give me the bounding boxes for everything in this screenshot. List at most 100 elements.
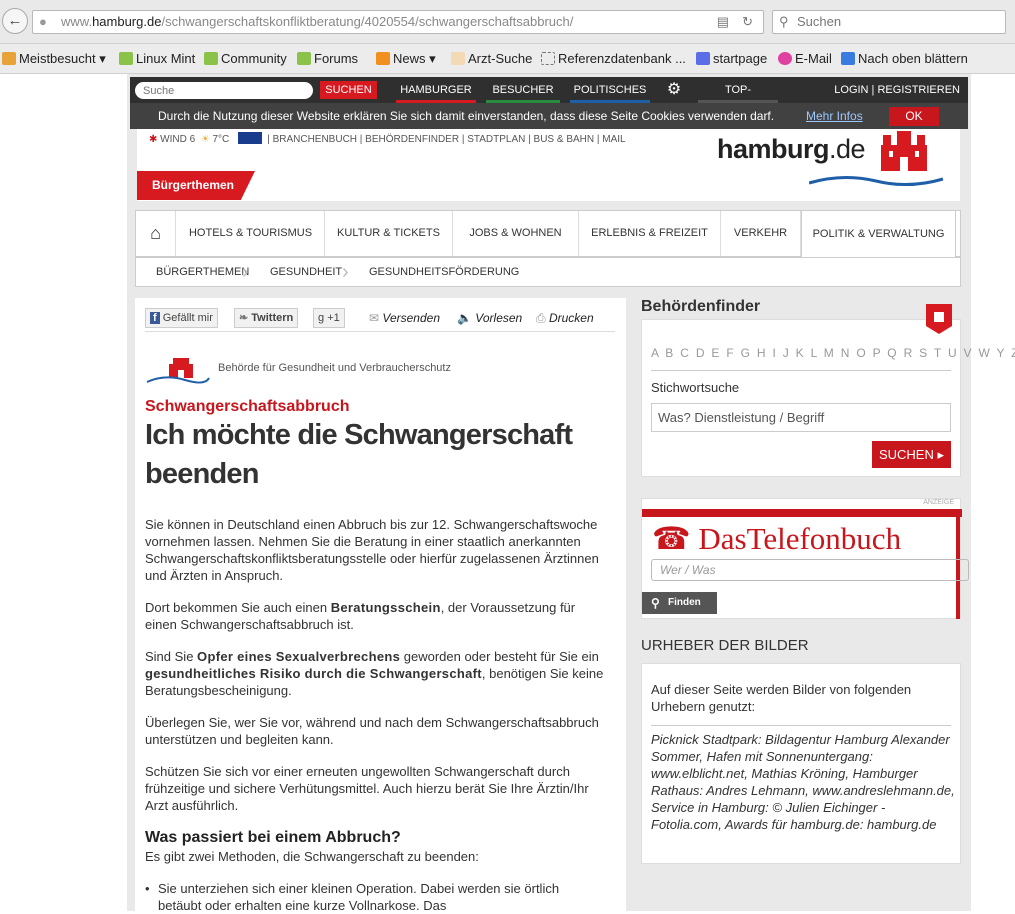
globe-icon: ● <box>39 14 47 29</box>
address-bar[interactable]: ● www.hamburg.de/schwangerschaftskonflik… <box>32 10 764 34</box>
section-heading: Was passiert bei einem Abbruch? <box>145 829 401 846</box>
gplus-button[interactable]: g +1 <box>313 308 345 328</box>
reader-view-icon[interactable]: ▤ <box>717 11 729 33</box>
paragraph: Schützen Sie sich vor einer erneuten ung… <box>145 764 589 813</box>
authority-name: Behörde für Gesundheit und Verbrauchersc… <box>218 362 451 374</box>
twitter-icon: ❧ <box>239 312 249 324</box>
mint-icon <box>204 52 218 65</box>
hamburg-logo[interactable]: hamburg.de <box>717 134 866 165</box>
article: f Gefällt mir ❧ Twittern g +1 ✉ Versende… <box>135 298 626 914</box>
nav-verkehr[interactable]: VERKEHR <box>721 211 801 256</box>
uk-flag-icon[interactable] <box>237 132 262 144</box>
breadcrumb-buergerthemen[interactable]: BÜRGERTHEMEN <box>156 258 249 286</box>
rss-icon <box>376 52 390 65</box>
alphabet-index[interactable]: A B C D E F G H I J K L M N O P Q R S T … <box>651 346 1015 360</box>
paragraph: Es gibt zwei Methoden, die Schwangerscha… <box>145 849 479 864</box>
social-bar: f Gefällt mir ❧ Twittern g +1 ✉ Versende… <box>145 308 615 332</box>
cookie-banner: Durch die Nutzung dieser Website erkläre… <box>130 103 968 129</box>
home-icon[interactable]: ⌂ <box>136 211 176 256</box>
castle-logo-icon <box>881 131 927 171</box>
authority-logo: Behörde für Gesundheit und Verbrauchersc… <box>145 354 451 389</box>
paragraph: Dort bekommen Sie auch einen Beratungssc… <box>145 600 576 632</box>
scroll-top-icon <box>841 52 855 65</box>
bookmark-news[interactable]: News ▾ <box>376 44 436 74</box>
breadcrumb-gesundheit[interactable]: GESUNDHEIT <box>270 258 342 286</box>
bookmark-community[interactable]: Community <box>204 44 287 74</box>
bookmark-forums[interactable]: Forums <box>297 44 358 74</box>
divider <box>651 725 951 726</box>
nav-politik-verwaltung[interactable]: POLITIK & VERWALTUNG <box>801 210 956 257</box>
tab-besucher[interactable]: BESUCHER <box>486 77 560 103</box>
account-links: LOGIN | REGISTRIEREN <box>834 84 960 96</box>
register-link[interactable]: REGISTRIEREN <box>877 84 960 96</box>
print-link[interactable]: ⎙ Drucken <box>536 311 594 326</box>
facebook-like-button[interactable]: f Gefällt mir <box>145 308 218 328</box>
divider <box>651 370 951 371</box>
browser-search-placeholder: Suchen <box>797 14 842 29</box>
browser-toolbar: ← ● www.hamburg.de/schwangerschaftskonfl… <box>0 0 1015 44</box>
header-links[interactable]: BRANCHENBUCH | BEHÖRDENFINDER | STADTPLA… <box>273 134 626 145</box>
nav-jobs-wohnen[interactable]: JOBS & WOHNEN <box>453 211 579 256</box>
nav-erlebnis-freizeit[interactable]: ERLEBNIS & FREIZEIT <box>579 211 721 256</box>
search-icon: ⚲ <box>779 14 789 29</box>
bookmark-linux-mint[interactable]: Linux Mint <box>119 44 195 74</box>
tab-top-services[interactable]: TOP-SERVICES <box>698 77 778 122</box>
url-path: /schwangerschaftskonfliktberatung/402055… <box>161 14 574 29</box>
cookie-ok-button[interactable]: OK <box>889 107 939 126</box>
header-info: ✱ WIND 6 ☀ 7°C | BRANCHENBUCH | BEHÖRDEN… <box>149 132 626 145</box>
nav-hotels-tourismus[interactable]: HOTELS & TOURISMUS <box>177 211 325 256</box>
back-button[interactable]: ← <box>2 8 28 34</box>
url-domain: hamburg.de <box>92 14 162 29</box>
tab-politisches[interactable]: POLITISCHES <box>570 77 650 103</box>
nav-kultur-tickets[interactable]: KULTUR & TICKETS <box>325 211 453 256</box>
paragraph: Sie können in Deutschland einen Abbruch … <box>145 517 599 583</box>
bookmark-email[interactable]: E-Mail <box>778 44 832 74</box>
behoerdenfinder-search-button[interactable]: SUCHEN ▸ <box>872 441 951 468</box>
cookie-text: Durch die Nutzung dieser Website erkläre… <box>158 109 775 123</box>
paragraph: Sind Sie Opfer eines Sexualverbrechens g… <box>145 649 604 698</box>
chevron-right-icon: › <box>342 261 349 283</box>
facebook-icon: f <box>150 312 160 324</box>
browser-search-input[interactable]: ⚲ Suchen <box>772 10 1006 34</box>
twitter-button[interactable]: ❧ Twittern <box>234 308 299 328</box>
article-title: Ich möchte die Schwangerschaft beenden <box>145 419 573 490</box>
ad-label: ANZEIGE <box>923 499 954 506</box>
section-label[interactable]: Bürgerthemen <box>137 171 255 200</box>
bookmark-nach-oben[interactable]: Nach oben blättern <box>841 44 968 74</box>
tab-hamburger[interactable]: HAMBURGER <box>396 77 476 103</box>
breadcrumb-gesundheitsfoerderung[interactable]: GESUNDHEITSFÖRDERUNG <box>369 258 519 286</box>
telefonbuch-ad: ANZEIGE ☎ DasTelefonbuch Wer / Was ⚲ Find… <box>641 498 969 619</box>
site-header: ✱ WIND 6 ☀ 7°C | BRANCHENBUCH | BEHÖRDEN… <box>137 129 960 201</box>
gplus-icon: g <box>318 312 325 324</box>
gear-icon[interactable]: ⚙ <box>657 77 691 103</box>
keyword-search-input[interactable]: Was? Dienstleistung / Begriff <box>651 403 951 432</box>
page-icon <box>541 52 555 65</box>
main-navigation: ⌂ HOTELS & TOURISMUS KULTUR & TICKETS JO… <box>135 210 961 257</box>
mint-icon <box>297 52 311 65</box>
bookmark-meistbesucht[interactable]: Meistbesucht ▾ <box>2 44 106 74</box>
phone-icon: ☎ <box>652 521 691 556</box>
chevron-right-icon: › <box>242 261 249 283</box>
telefonbuch-logo[interactable]: ☎ DasTelefonbuch <box>652 521 901 557</box>
top-navigation: SUCHEN HAMBURGER BESUCHER POLITISCHES ⚙ … <box>130 77 968 122</box>
printer-icon: ⎙ <box>536 311 546 325</box>
reload-icon[interactable]: ↻ <box>742 11 753 33</box>
bookmark-arzt-suche[interactable]: Arzt-Suche <box>451 44 532 74</box>
behoerdenfinder-box: A B C D E F G H I J K L M N O P Q R S T … <box>641 304 1015 477</box>
site-search-input[interactable] <box>135 82 313 99</box>
mint-icon <box>119 52 133 65</box>
telefonbuch-find-button[interactable]: ⚲ Finden <box>642 592 717 614</box>
site-search-button[interactable]: SUCHEN <box>320 81 377 99</box>
paragraph: Überlegen Sie, wer Sie vor, während und … <box>145 715 599 747</box>
at-icon <box>778 52 792 65</box>
read-aloud-link[interactable]: 🔈 Vorlesen <box>457 311 522 325</box>
triangle-right-icon: ▸ <box>937 447 945 462</box>
telefonbuch-search-input[interactable]: Wer / Was <box>651 559 969 581</box>
bookmark-startpage[interactable]: startpage <box>696 44 767 74</box>
login-link[interactable]: LOGIN <box>834 84 868 96</box>
article-body: Sie können in Deutschland einen Abbruch … <box>145 516 605 914</box>
send-link[interactable]: ✉ Versenden <box>369 311 440 325</box>
bookmark-referenzdatenbank[interactable]: Referenzdatenbank ... <box>541 44 686 74</box>
cookie-more-link[interactable]: Mehr Infos <box>806 103 863 129</box>
red-bar <box>642 509 962 517</box>
